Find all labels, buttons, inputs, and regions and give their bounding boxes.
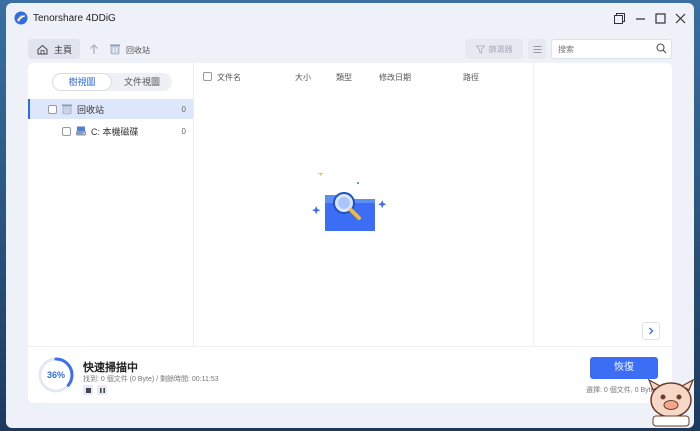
mascot-watermark [647,378,695,427]
hard-drive-icon [76,126,86,136]
select-all-checkbox[interactable] [203,72,212,81]
scan-stats: 找到: 0 個文件 (0 Byte) / 剩餘時間: 00:11:53 [83,376,219,383]
maximize-icon [654,12,666,24]
minimize-button[interactable] [633,11,647,25]
tree-item-recycle-bin[interactable]: 回收站 0 [28,99,193,119]
tree-item-count: 0 [181,126,186,136]
file-list-pane: 文件名 大小 類型 修改日期 路徑 [194,63,533,346]
main-panel: 樹視圖 文件視圖 回收站 0 C: 本機磁碟 0 文件名 大小 類型 修改日期 … [28,63,672,403]
search-icon[interactable] [656,43,667,54]
tree-item-label: 回收站 [77,104,105,115]
close-icon [675,13,685,23]
preview-next-button[interactable] [642,322,660,340]
app-window: Tenorshare 4DDiG 主頁 回收站 篩選器 搜索 樹視圖 文件視圖 … [6,3,694,428]
stop-icon [85,387,91,393]
home-icon [37,44,48,54]
folder-search-icon [312,173,387,231]
pause-scan-button[interactable] [97,385,107,395]
filter-button-label: 篩選器 [488,44,513,54]
title-bar: Tenorshare 4DDiG [6,3,694,33]
tab-tree-view[interactable]: 樹視圖 [52,73,112,91]
recycle-bin-icon [110,44,120,55]
funnel-icon [475,45,485,54]
tree-pane: 樹視圖 文件視圖 回收站 0 C: 本機磁碟 0 [28,63,194,346]
tree-item-checkbox[interactable] [48,104,57,114]
tenorshare-logo-icon [14,11,28,25]
list-icon [533,45,541,53]
pause-icon [99,387,105,393]
search-input[interactable] [551,39,672,59]
filter-button[interactable]: 篩選器 [465,39,523,59]
maximize-button[interactable] [653,11,667,25]
recycle-bin-icon [62,104,72,115]
preview-pane [533,63,672,346]
column-header-type[interactable]: 類型 [336,72,352,83]
arrow-up-icon[interactable] [88,43,100,55]
breadcrumb[interactable]: 回收站 [126,45,150,56]
column-header-name[interactable]: 文件名 [217,72,241,83]
tree-item-checkbox[interactable] [62,126,71,136]
close-button[interactable] [673,11,687,25]
view-switcher: 樹視圖 文件視圖 [52,73,172,91]
app-title: Tenorshare 4DDiG [33,13,116,24]
chevron-right-icon [649,327,654,335]
home-button-label: 主頁 [54,44,73,55]
tab-file-view[interactable]: 文件視圖 [112,73,172,91]
column-header-modified[interactable]: 修改日期 [379,72,411,83]
progress-percent: 36% [46,370,65,380]
scan-status-title: 快速掃描中 [83,362,138,374]
stop-scan-button[interactable] [83,385,93,395]
list-view-button[interactable] [528,39,546,59]
restore-icon [613,12,625,24]
recover-button[interactable]: 恢復 [590,357,658,379]
tree-item-c-drive[interactable]: C: 本機磁碟 0 [28,121,193,141]
home-button[interactable]: 主頁 [28,39,80,59]
column-header-size[interactable]: 大小 [295,72,311,83]
minimize-icon [635,17,645,20]
column-header-path[interactable]: 路徑 [463,72,479,83]
tree-item-count: 0 [181,104,186,114]
restore-window-button[interactable] [612,11,626,25]
scan-status-bar: 36% 快速掃描中 找到: 0 個文件 (0 Byte) / 剩餘時間: 00:… [28,346,672,403]
tree-item-label: C: 本機磁碟 [91,126,139,137]
